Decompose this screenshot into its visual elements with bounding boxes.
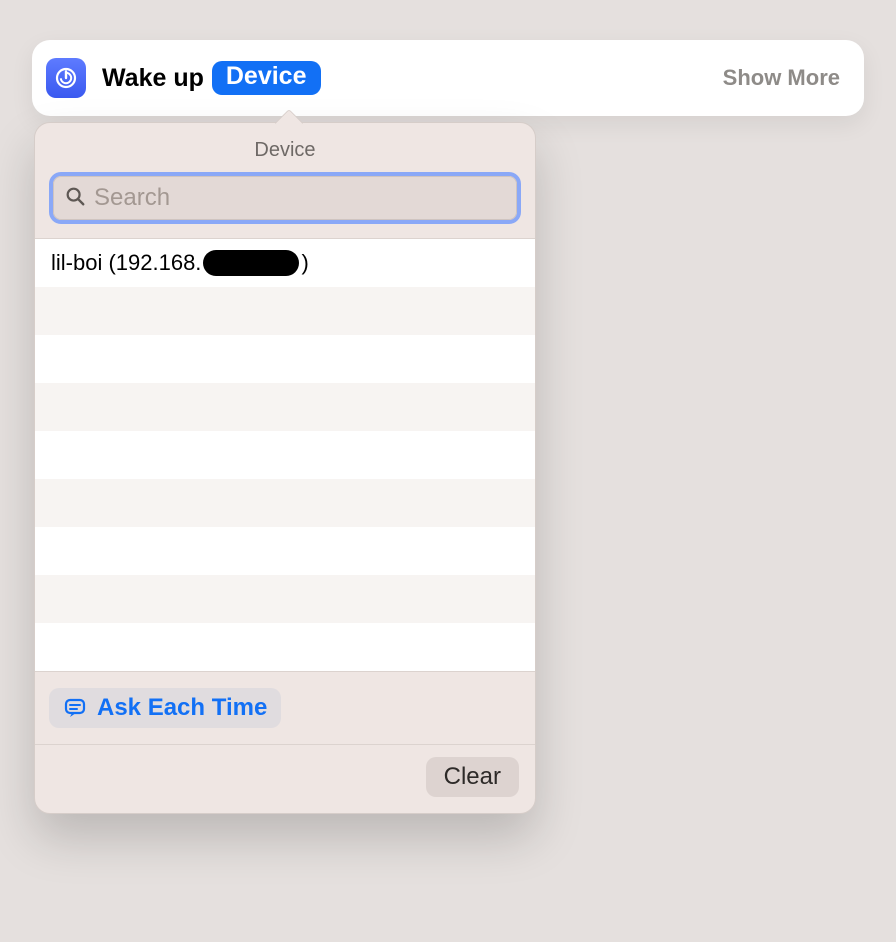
- device-list-item[interactable]: [35, 575, 535, 623]
- device-list-item[interactable]: [35, 335, 535, 383]
- search-container: [49, 172, 521, 224]
- device-label-prefix: lil-boi (192.168.: [51, 250, 201, 276]
- device-list-item[interactable]: [35, 287, 535, 335]
- search-icon: [64, 185, 86, 212]
- ask-section: Ask Each Time: [35, 672, 535, 745]
- device-list-item[interactable]: [35, 479, 535, 527]
- show-more-button[interactable]: Show More: [723, 65, 840, 91]
- device-list-item[interactable]: [35, 623, 535, 671]
- device-list-item[interactable]: [35, 431, 535, 479]
- power-app-icon: [46, 58, 86, 98]
- search-input[interactable]: [86, 183, 506, 213]
- action-title: Wake up: [102, 64, 204, 93]
- device-list-item[interactable]: lil-boi (192.168.): [35, 239, 535, 287]
- device-list-item[interactable]: [35, 383, 535, 431]
- ask-each-time-label: Ask Each Time: [97, 694, 267, 722]
- popover-footer: Clear: [35, 745, 535, 813]
- action-card: Wake up Device Show More: [32, 40, 864, 116]
- ask-each-time-button[interactable]: Ask Each Time: [49, 688, 281, 728]
- device-list: lil-boi (192.168.): [35, 238, 535, 672]
- clear-button[interactable]: Clear: [426, 757, 519, 797]
- redacted-ip-segment: [203, 250, 299, 276]
- device-label-suffix: ): [301, 250, 308, 276]
- device-list-item[interactable]: [35, 527, 535, 575]
- device-picker-popover: Device lil-boi (192.168.): [34, 122, 536, 814]
- device-token[interactable]: Device: [212, 61, 321, 95]
- chat-bubble-icon: [63, 696, 87, 720]
